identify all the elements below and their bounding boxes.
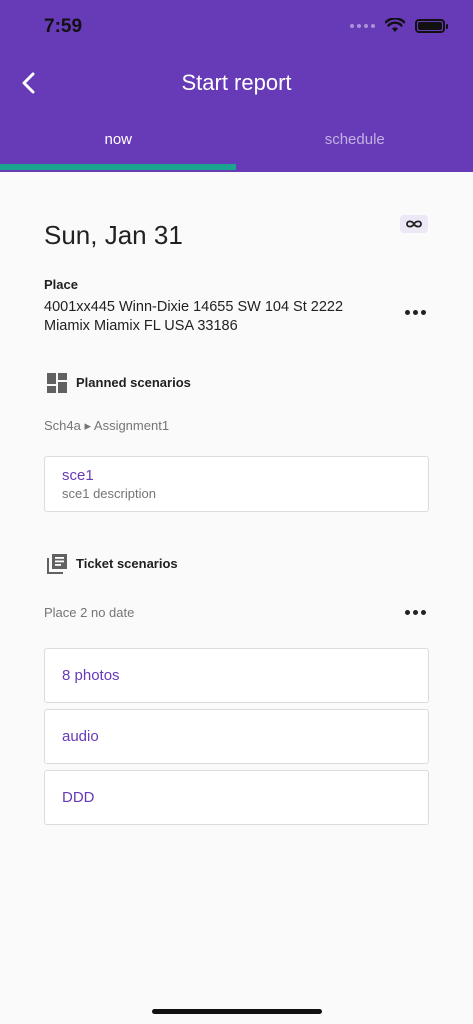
- ticket-card-title: DDD: [62, 789, 95, 806]
- place-address: 4001xx445 Winn-Dixie 14655 SW 104 St 222…: [44, 299, 344, 334]
- page-title: Start report: [181, 70, 292, 95]
- ticket-card-audio[interactable]: audio: [44, 709, 429, 764]
- app-header: 7:59 Start report now schedule: [0, 0, 473, 172]
- signal-icon: [350, 23, 375, 28]
- status-time: 7:59: [44, 16, 83, 37]
- status-icons: [350, 18, 448, 33]
- tab-indicator: [0, 164, 236, 170]
- battery-icon: [415, 18, 448, 33]
- scenario-card-description: sce1 description: [62, 486, 156, 501]
- tab-schedule[interactable]: schedule: [237, 118, 473, 172]
- place-more-button[interactable]: [400, 302, 430, 322]
- infinity-badge: [400, 215, 428, 233]
- ticket-card-photos[interactable]: 8 photos: [44, 648, 429, 703]
- ticket-more-button[interactable]: [400, 602, 430, 622]
- ticket-card-ddd[interactable]: DDD: [44, 770, 429, 825]
- scenario-card-title: sce1: [62, 467, 94, 484]
- ticket-card-title: audio: [62, 728, 99, 745]
- ticket-card-title: 8 photos: [62, 667, 120, 684]
- ticket-scenarios-title: Ticket scenarios: [76, 556, 178, 571]
- library-books-icon: [47, 554, 67, 574]
- infinity-icon: [406, 220, 422, 228]
- home-indicator: [152, 1009, 322, 1014]
- wifi-icon: [385, 18, 405, 32]
- place-label: Place: [44, 277, 78, 292]
- scenario-card-sce1[interactable]: sce1 sce1 description: [44, 456, 429, 512]
- planned-breadcrumb: Sch4a ▸ Assignment1: [44, 418, 170, 433]
- report-date: Sun, Jan 31: [44, 220, 183, 250]
- ticket-subtitle: Place 2 no date: [44, 605, 135, 620]
- planned-scenarios-title: Planned scenarios: [76, 375, 191, 390]
- dashboard-icon: [47, 373, 67, 393]
